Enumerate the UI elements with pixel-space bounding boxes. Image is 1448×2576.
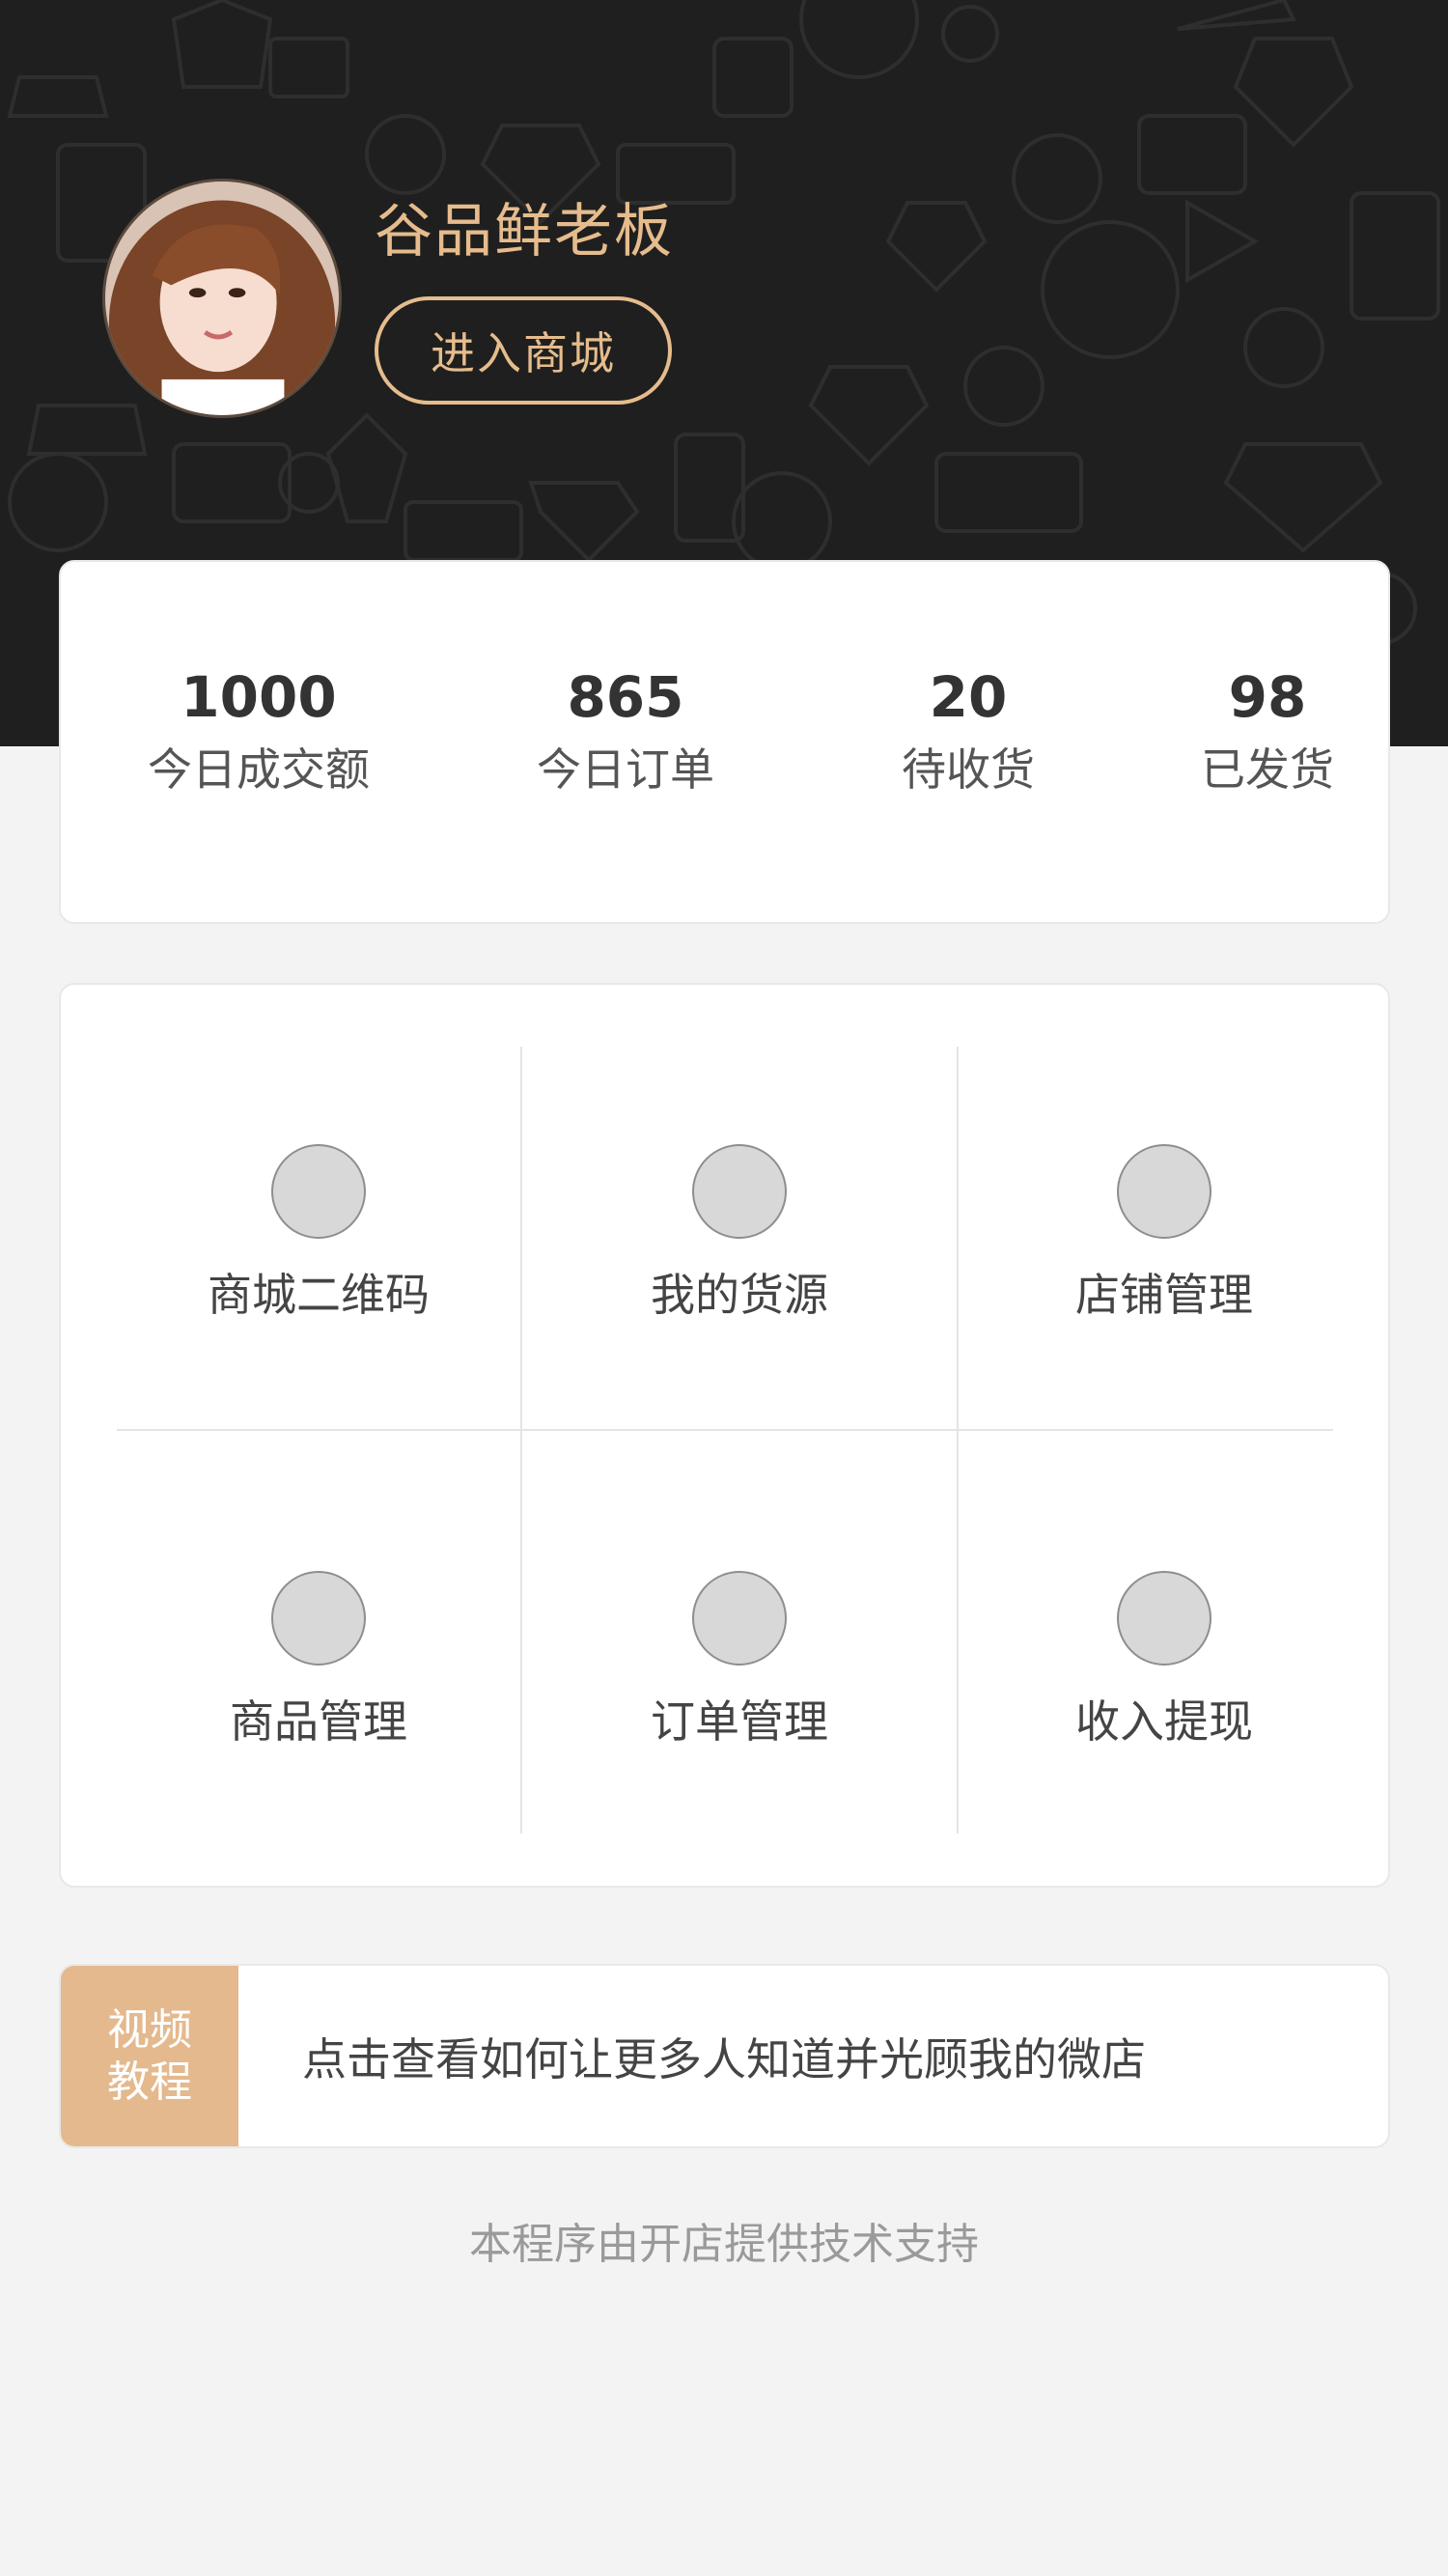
stat-label: 今日订单	[537, 743, 714, 796]
video-tutorial-tag: 视频 教程	[61, 1966, 238, 2146]
avatar[interactable]	[102, 179, 342, 418]
avatar-portrait-image	[105, 182, 339, 415]
enter-mall-button[interactable]: 进入商城	[375, 296, 672, 405]
stats-card: 1000 今日成交额 865 今日订单 20 待收货 98 已发货	[59, 560, 1390, 924]
menu-item-withdraw[interactable]: 收入提现	[959, 1571, 1370, 1752]
shop-name: 谷品鲜老板	[375, 198, 674, 266]
stat-today-turnover[interactable]: 1000 今日成交额	[119, 658, 399, 803]
menu-item-label: 收入提现	[1075, 1695, 1253, 1748]
video-tag-line: 视频	[107, 2004, 192, 2055]
stat-label: 待收货	[902, 743, 1035, 796]
stat-today-orders[interactable]: 865 今日订单	[505, 658, 746, 803]
video-tutorial-banner[interactable]: 视频 教程 点击查看如何让更多人知道并光顾我的微店	[59, 1964, 1390, 2148]
stat-value: 865	[567, 664, 684, 730]
menu-item-my-supply[interactable]: 我的货源	[522, 1144, 957, 1326]
menu-grid: 商城二维码 我的货源 店铺管理 商品管理 订单管理 收入提现	[59, 983, 1390, 1888]
qrcode-icon	[271, 1144, 366, 1239]
stat-label: 今日成交额	[148, 743, 370, 796]
stat-shipped[interactable]: 98 已发货	[1161, 658, 1374, 803]
menu-item-label: 我的货源	[651, 1269, 828, 1321]
video-tutorial-text: 点击查看如何让更多人知道并光顾我的微店	[302, 2032, 1146, 2086]
stat-value: 20	[929, 664, 1008, 730]
menu-item-store-management[interactable]: 店铺管理	[959, 1144, 1370, 1326]
stat-label: 已发货	[1201, 743, 1334, 796]
stat-pending-receipt[interactable]: 20 待收货	[862, 658, 1074, 803]
menu-item-label: 商品管理	[230, 1695, 407, 1748]
menu-item-label: 店铺管理	[1075, 1269, 1253, 1321]
goods-icon	[271, 1571, 366, 1666]
grid-divider	[117, 1429, 1333, 1431]
store-icon	[1117, 1144, 1211, 1239]
order-icon	[692, 1571, 787, 1666]
stat-value: 1000	[181, 664, 337, 730]
menu-item-goods-management[interactable]: 商品管理	[117, 1571, 520, 1752]
menu-item-order-management[interactable]: 订单管理	[522, 1571, 957, 1752]
menu-item-label: 订单管理	[651, 1695, 828, 1748]
menu-item-qrcode[interactable]: 商城二维码	[117, 1144, 520, 1326]
video-tag-line: 教程	[107, 2057, 192, 2107]
supply-icon	[692, 1144, 787, 1239]
footer-credit: 本程序由开店提供技术支持	[469, 2220, 979, 2269]
withdraw-icon	[1117, 1571, 1211, 1666]
menu-item-label: 商城二维码	[208, 1269, 430, 1321]
stat-value: 98	[1228, 664, 1307, 730]
